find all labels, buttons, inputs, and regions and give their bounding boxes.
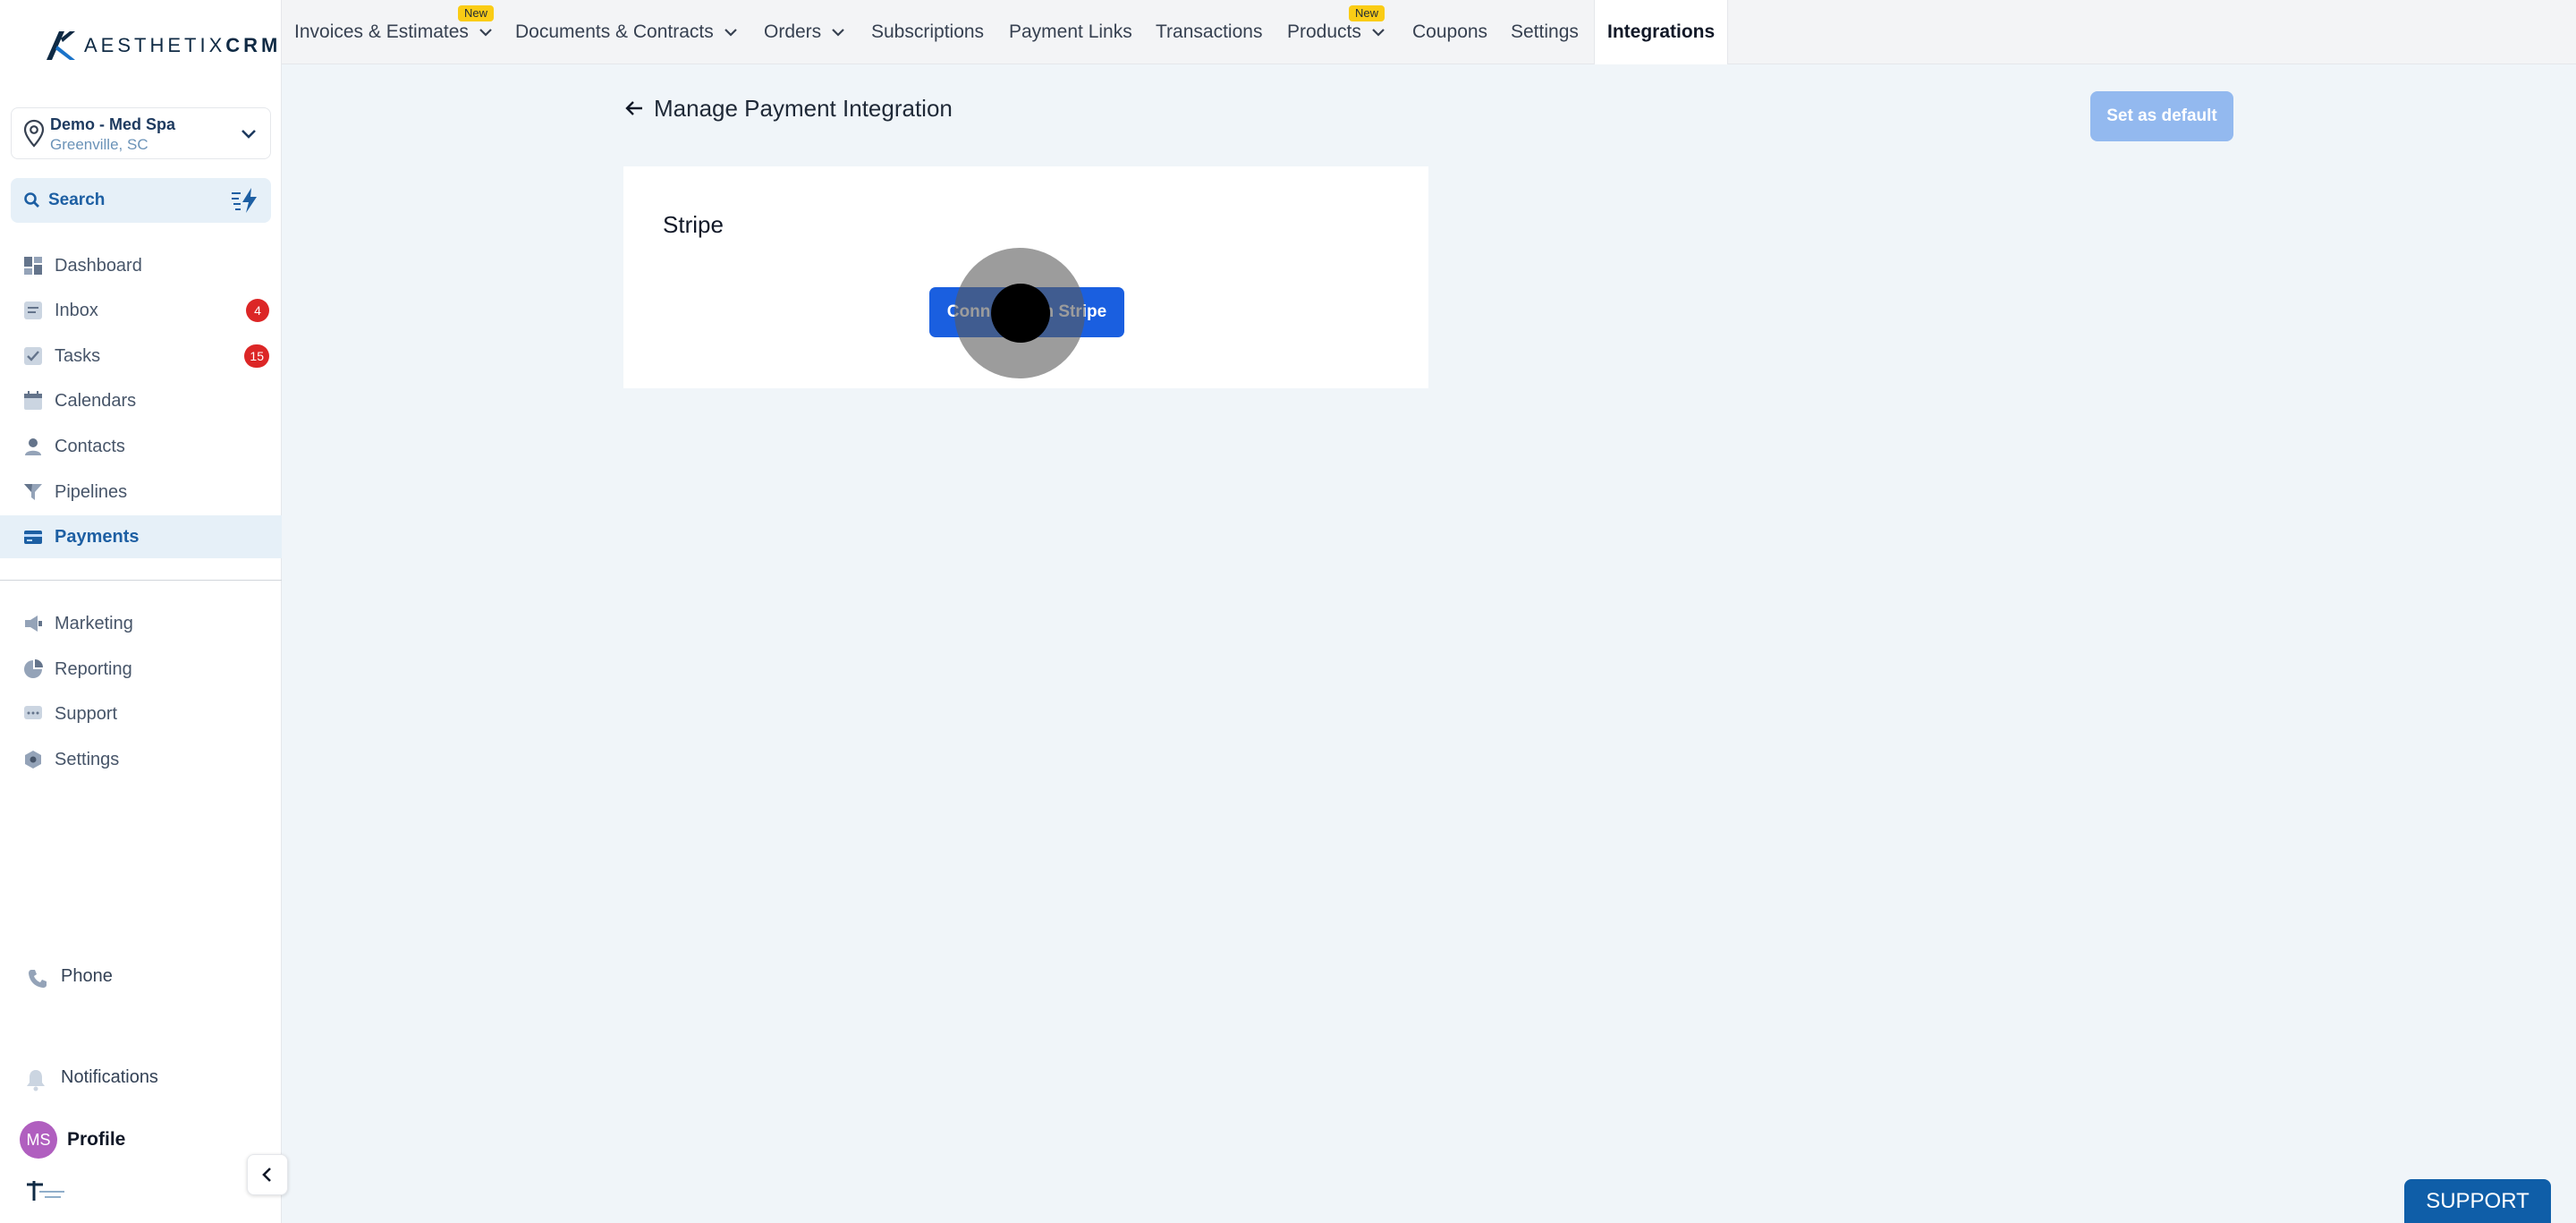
phone-button[interactable]: Phone — [0, 957, 282, 997]
sidebar-item-label: Contacts — [55, 436, 125, 456]
phone-label: Phone — [61, 966, 113, 986]
sidebar-item-settings[interactable]: Settings — [0, 738, 282, 781]
sidebar-item-reporting[interactable]: Reporting — [0, 648, 282, 691]
tab-payment-links[interactable]: Payment Links — [1009, 0, 1132, 64]
set-as-default-button[interactable]: Set as default — [2090, 91, 2233, 141]
tab-label: Coupons — [1412, 21, 1488, 42]
tab-label: Invoices & Estimates — [294, 21, 469, 42]
sidebar-item-calendars[interactable]: Calendars — [0, 379, 282, 422]
sidebar-item-inbox[interactable]: Inbox 4 — [0, 289, 282, 332]
tab-documents-contracts[interactable]: Documents & Contracts — [515, 0, 739, 64]
inbox-count-badge: 4 — [246, 299, 269, 322]
chevron-left-icon — [262, 1168, 271, 1182]
chevron-down-icon — [479, 29, 492, 37]
sidebar-item-dashboard[interactable]: Dashboard — [0, 244, 282, 287]
collapse-sidebar-button[interactable] — [247, 1154, 288, 1195]
logo-mark-icon — [47, 31, 75, 60]
sidebar-item-label: Pipelines — [55, 481, 128, 502]
location-city: Greenville, SC — [50, 136, 148, 153]
sidebar-item-label: Reporting — [55, 658, 132, 679]
reporting-icon — [24, 659, 43, 678]
brand-logo[interactable]: AESTHETIXCRM — [43, 23, 281, 68]
search-icon — [24, 192, 39, 208]
inbox-icon — [24, 302, 42, 319]
sidebar-item-label: Payments — [55, 526, 140, 547]
notifications-button[interactable]: Notifications — [0, 1058, 282, 1098]
sidebar-divider — [0, 580, 282, 581]
settings-icon — [25, 751, 41, 769]
payments-icon — [24, 531, 42, 544]
tab-coupons[interactable]: Coupons — [1412, 0, 1487, 64]
sidebar-item-label: Calendars — [55, 390, 137, 411]
click-indicator-dot — [991, 284, 1050, 343]
tab-integrations[interactable]: Integrations — [1594, 0, 1729, 64]
sidebar-item-label: Tasks — [55, 345, 101, 366]
tasks-icon — [24, 347, 42, 365]
quick-actions-icon[interactable] — [230, 186, 260, 215]
company-logo-icon — [27, 1181, 64, 1201]
tab-label: Subscriptions — [871, 21, 985, 42]
sidebar-item-support[interactable]: Support — [0, 692, 282, 735]
chevron-down-icon — [724, 29, 737, 37]
tab-label: Settings — [1511, 21, 1579, 42]
notifications-label: Notifications — [61, 1067, 158, 1087]
calendar-icon — [24, 391, 42, 410]
sidebar-item-label: Settings — [55, 749, 120, 769]
chevron-down-icon — [1372, 29, 1385, 37]
sidebar-item-tasks[interactable]: Tasks 15 — [0, 335, 282, 378]
dashboard-icon — [24, 257, 42, 275]
tab-settings[interactable]: Settings — [1511, 0, 1579, 64]
sidebar-item-label: Marketing — [55, 613, 133, 633]
sidebar-item-pipelines[interactable]: Pipelines — [0, 471, 282, 514]
marketing-icon — [25, 616, 42, 632]
tab-subscriptions[interactable]: Subscriptions — [871, 0, 984, 64]
brand-name: AESTHETIXCRM — [84, 34, 282, 56]
sidebar-item-label: Inbox — [55, 300, 98, 320]
tasks-count-badge: 15 — [244, 344, 269, 368]
tab-label: Documents & Contracts — [515, 21, 714, 42]
sidebar-item-label: Support — [55, 703, 118, 724]
sidebar-item-payments[interactable]: Payments — [0, 515, 282, 558]
profile-label[interactable]: Profile — [67, 1129, 125, 1151]
support-chat-icon — [24, 706, 42, 719]
phone-icon — [29, 970, 47, 988]
support-button[interactable]: SUPPORT — [2404, 1179, 2551, 1223]
bell-icon — [27, 1070, 45, 1091]
back-arrow-icon[interactable] — [624, 97, 644, 120]
location-name: Demo - Med Spa — [50, 115, 176, 133]
location-switcher[interactable]: Demo - Med Spa Greenville, SC — [11, 107, 271, 159]
pipelines-icon — [24, 484, 42, 500]
contacts-icon — [25, 438, 41, 455]
location-pin-icon — [23, 119, 45, 148]
tab-transactions[interactable]: Transactions — [1156, 0, 1262, 64]
new-badge: New — [1349, 5, 1385, 21]
sidebar-item-marketing[interactable]: Marketing — [0, 602, 282, 645]
card-title: Stripe — [663, 211, 724, 238]
chevron-down-icon — [242, 130, 256, 139]
tab-label: Transactions — [1156, 21, 1263, 42]
sidebar-item-label: Dashboard — [55, 255, 142, 276]
sidebar: AESTHETIXCRM Demo - Med Spa Greenville, … — [0, 0, 288, 1223]
search-box[interactable]: Search — [11, 178, 271, 223]
new-badge: New — [458, 5, 495, 21]
page-title: Manage Payment Integration — [654, 95, 953, 122]
chevron-down-icon — [832, 29, 844, 37]
sidebar-item-contacts[interactable]: Contacts — [0, 425, 282, 468]
top-navigation: Invoices & Estimates New Documents & Con… — [282, 0, 2576, 64]
tab-orders[interactable]: Orders — [764, 0, 846, 64]
avatar[interactable]: MS — [20, 1121, 57, 1159]
tab-label: Products — [1287, 21, 1361, 42]
search-label: Search — [48, 191, 106, 209]
tab-label: Payment Links — [1009, 21, 1132, 42]
tab-label: Orders — [764, 21, 822, 42]
tab-label: Integrations — [1607, 21, 1716, 42]
